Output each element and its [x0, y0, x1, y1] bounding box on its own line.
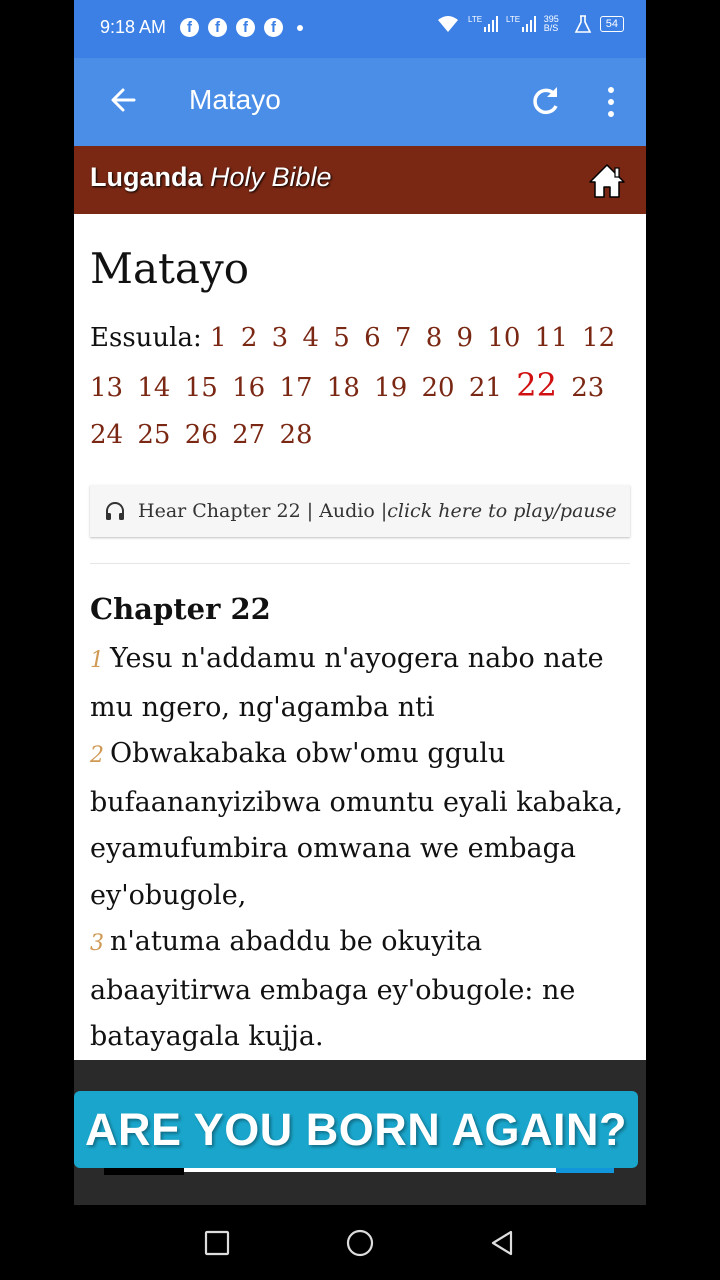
brand-subtitle: Holy Bible: [210, 162, 332, 192]
facebook-icon: f: [236, 18, 255, 37]
verse: 3 n'atuma abaddu be okuyita abaayitirwa e…: [90, 919, 630, 1061]
chapter-link[interactable]: 24: [90, 420, 123, 450]
facebook-icon: f: [208, 18, 227, 37]
app-bar-title: Matayo: [189, 84, 281, 115]
verse-number: 2: [90, 743, 104, 768]
verse-number: 1: [90, 648, 104, 673]
brand-name: Luganda: [90, 162, 203, 192]
refresh-icon[interactable]: [526, 82, 564, 120]
chapter-link[interactable]: 17: [279, 373, 312, 403]
current-chapter-link[interactable]: 22: [516, 366, 557, 404]
notification-icons: f f f f: [180, 18, 303, 37]
divider: [90, 563, 630, 564]
verse: 1 Yesu n'addamu n'ayogera nabo nate mu ng…: [90, 636, 630, 731]
svg-text:LTE: LTE: [506, 15, 520, 24]
chapter-link[interactable]: 12: [582, 323, 615, 353]
chapter-link[interactable]: 25: [137, 420, 170, 450]
network-speed: 395 B/S: [543, 14, 559, 33]
chapter-link[interactable]: 14: [137, 373, 170, 403]
flask-icon: [574, 15, 592, 33]
battery-indicator: 54: [599, 16, 624, 32]
headphones-icon: [106, 502, 124, 520]
chapter-link[interactable]: 27: [232, 420, 265, 450]
lte-signal-icon: LTE: [468, 15, 498, 32]
chapter-link[interactable]: 9: [457, 323, 474, 353]
chapter-link[interactable]: 10: [487, 323, 520, 353]
chapter-selector: Essuula: 1 2 3 4 5 6 7 8 9 10 11 12 13 1…: [90, 315, 630, 459]
more-notifications-dot-icon: [297, 25, 303, 31]
site-banner: Luganda Holy Bible: [74, 146, 646, 214]
facebook-icon: f: [180, 18, 199, 37]
chapter-link[interactable]: 8: [426, 323, 443, 353]
chapter-link[interactable]: 13: [90, 373, 123, 403]
chapter-link[interactable]: 19: [374, 373, 407, 403]
chapter-link[interactable]: 2: [241, 323, 258, 353]
chapter-link[interactable]: 5: [333, 323, 350, 353]
chapter-content: Matayo Essuula: 1 2 3 4 5 6 7 8 9 10 11 …: [90, 214, 630, 1061]
wifi-icon: [437, 16, 458, 32]
verse-text: Obwakabaka obw'omu ggulu bufaananyizibwa…: [90, 738, 624, 911]
born-again-caption: ARE YOU BORN AGAIN?: [74, 1091, 638, 1168]
verse-text: n'atuma abaddu be okuyita abaayitirwa em…: [90, 926, 576, 1052]
chapter-link[interactable]: 4: [302, 323, 319, 353]
chapter-link[interactable]: 21: [469, 373, 502, 403]
home-button-icon[interactable]: [345, 1228, 375, 1258]
status-indicators: LTE LTE 395 B/S 54: [436, 14, 624, 34]
chapter-link[interactable]: 15: [185, 373, 218, 403]
chapter-link[interactable]: 11: [535, 323, 568, 353]
book-title: Matayo: [90, 244, 249, 293]
facebook-icon: f: [264, 18, 283, 37]
svg-text:LTE: LTE: [468, 15, 482, 24]
chapter-link[interactable]: 18: [327, 373, 360, 403]
verse: 2 Obwakabaka obw'omu ggulu bufaananyizibw…: [90, 731, 630, 919]
system-nav-bar: [0, 1205, 720, 1280]
chapter-link[interactable]: 26: [185, 420, 218, 450]
chapter-link[interactable]: 3: [272, 323, 289, 353]
verse-number: 3: [90, 931, 104, 956]
chapter-link[interactable]: 16: [232, 373, 265, 403]
status-time: 9:18 AM: [100, 17, 167, 37]
back-arrow-icon[interactable]: [104, 80, 144, 120]
chapter-link[interactable]: 1: [210, 323, 227, 353]
verse-text: Yesu n'addamu n'ayogera nabo nate mu nge…: [90, 643, 604, 723]
home-icon[interactable]: [587, 162, 627, 200]
lte-signal-icon: LTE: [506, 15, 536, 32]
app-bar: Matayo: [74, 58, 646, 146]
chapter-link[interactable]: 23: [571, 373, 604, 403]
verses: 1 Yesu n'addamu n'ayogera nabo nate mu ng…: [90, 636, 630, 1061]
back-button-icon[interactable]: [487, 1228, 517, 1258]
audio-label: Hear Chapter 22 | Audio |: [138, 500, 388, 522]
status-bar: 9:18 AM f f f f LTE LTE 395 B/S 54: [74, 0, 646, 58]
chapters-label: Essuula:: [90, 323, 202, 353]
app-screen: 9:18 AM f f f f LTE LTE 395 B/S 54 Matay…: [74, 0, 646, 1205]
chapter-link[interactable]: 28: [279, 420, 312, 450]
audio-play-pause-link[interactable]: click here to play/pause: [387, 500, 616, 522]
site-brand[interactable]: Luganda Holy Bible: [90, 162, 332, 193]
chapter-link[interactable]: 20: [422, 373, 455, 403]
chapter-link[interactable]: 6: [364, 323, 381, 353]
recent-apps-icon[interactable]: [202, 1228, 232, 1258]
chapter-link[interactable]: 7: [395, 323, 412, 353]
more-vert-icon[interactable]: [598, 82, 624, 122]
chapter-heading: Chapter 22: [90, 592, 271, 626]
audio-player-bar[interactable]: Hear Chapter 22 | Audio | click here to …: [90, 485, 630, 537]
